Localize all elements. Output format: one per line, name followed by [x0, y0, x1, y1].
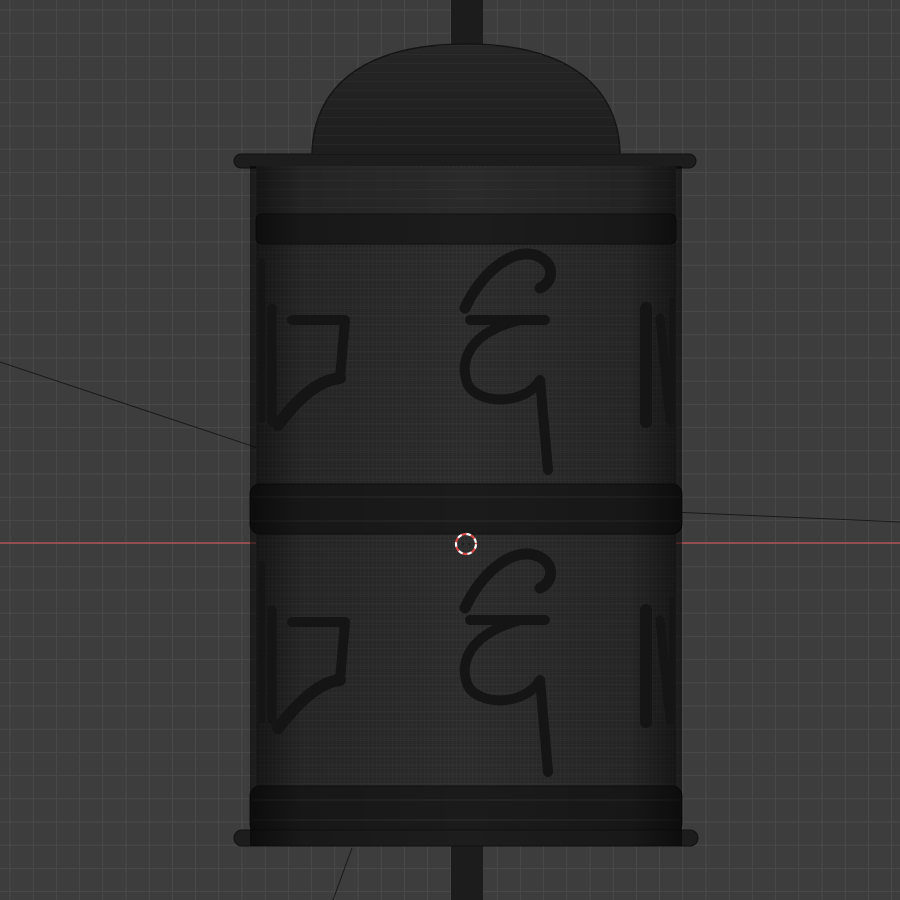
prayer-wheel-mesh[interactable]	[233, 0, 699, 900]
bottom-spindle	[451, 844, 483, 900]
top-spindle	[451, 0, 483, 44]
bottom-band	[249, 785, 683, 835]
viewport-canvas[interactable]	[0, 0, 900, 900]
middle-band	[249, 483, 683, 535]
top-rim	[233, 153, 697, 169]
helper-line-bottom	[332, 847, 353, 900]
3d-viewport[interactable]	[0, 0, 900, 900]
upper-band	[255, 213, 677, 245]
bottom-rim	[233, 829, 699, 847]
